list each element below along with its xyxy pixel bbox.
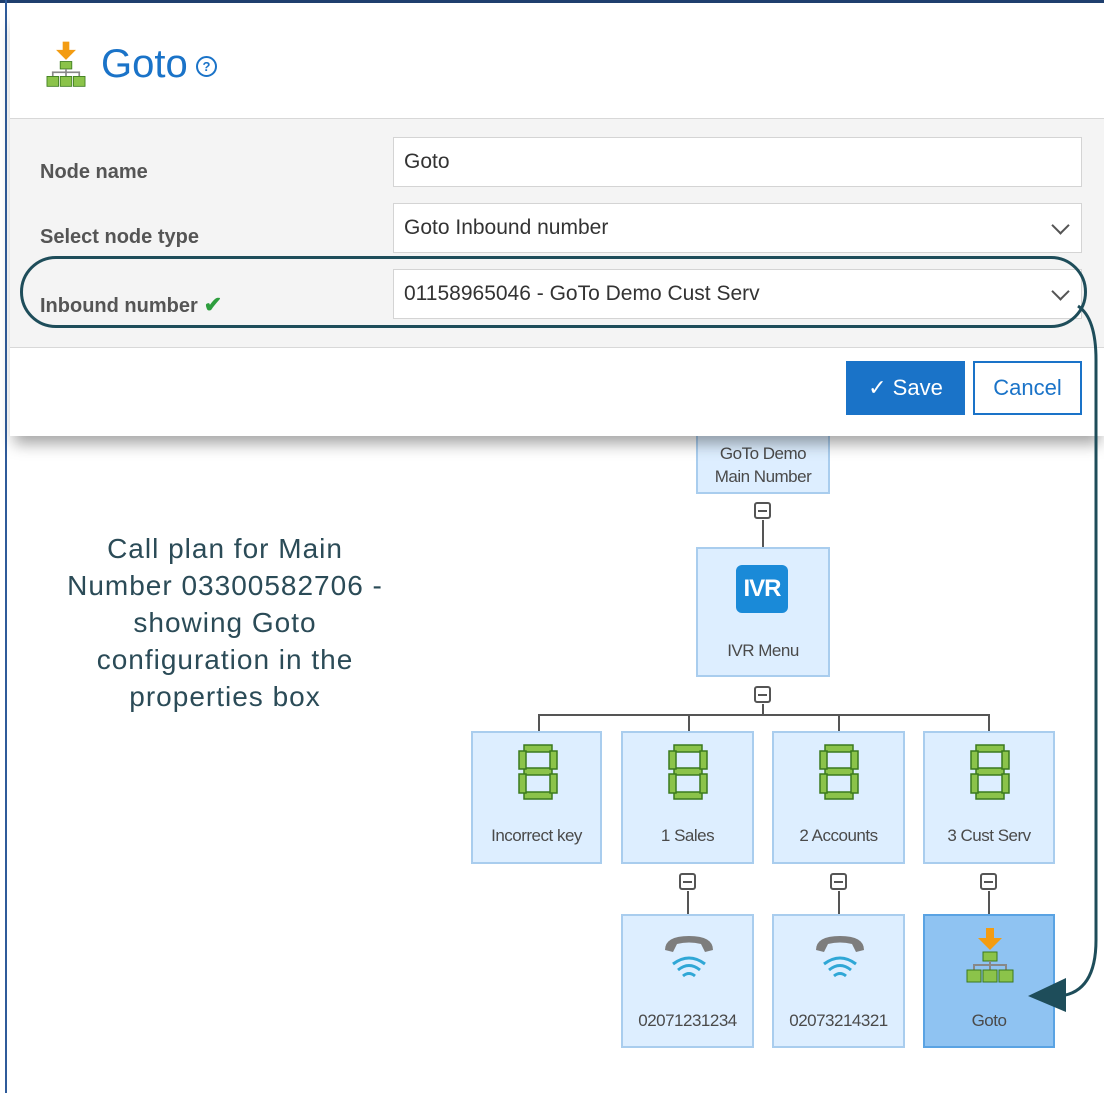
node-name-label: Node name [40, 161, 148, 183]
tree-connector [688, 714, 690, 732]
node-label: IVR Menu [727, 641, 799, 660]
seven-segment-digit-icon [819, 744, 859, 800]
node-label: 02073214321 [789, 1011, 888, 1030]
tree-node-key-accounts[interactable]: 2 Accounts [772, 731, 905, 864]
save-button[interactable]: ✓ Save [846, 361, 965, 415]
annotation-caption: Call plan for Main Number 03300582706 - … [30, 530, 420, 715]
tree-node-key-incorrect[interactable]: Incorrect key [471, 731, 602, 864]
tree-node-phone-sales[interactable]: 02071231234 [621, 914, 754, 1048]
cancel-button[interactable]: Cancel [973, 361, 1082, 415]
node-type-label: Select node type [40, 226, 199, 248]
tree-connector [988, 714, 990, 732]
node-label: Main Number [714, 467, 812, 486]
node-name-input[interactable]: Goto [393, 137, 1082, 187]
node-type-value: Goto Inbound number [404, 216, 609, 239]
node-label: 3 Cust Serv [947, 826, 1031, 845]
highlight-oval [20, 256, 1087, 328]
tree-connector [988, 891, 990, 915]
seven-segment-digit-icon [668, 744, 708, 800]
node-type-select[interactable]: Goto Inbound number [393, 203, 1082, 253]
tree-node-key-cust-serv[interactable]: 3 Cust Serv [923, 731, 1055, 864]
node-label: 02071231234 [638, 1011, 737, 1030]
telephone-icon [816, 936, 864, 978]
seven-segment-digit-icon [970, 744, 1010, 800]
tree-connector [838, 714, 840, 732]
caption-line: Number 03300582706 - [67, 570, 383, 601]
tree-connector [687, 891, 689, 915]
dialog-header: Goto ? [10, 8, 1104, 118]
help-circle-icon[interactable]: ? [196, 56, 217, 77]
tree-connector [538, 714, 990, 716]
caption-line: Call plan for Main [107, 533, 343, 564]
tree-node-key-sales[interactable]: 1 Sales [621, 731, 754, 864]
node-label: Incorrect key [491, 826, 582, 845]
collapse-toggle[interactable] [980, 873, 997, 890]
node-label: Goto [971, 1011, 1007, 1030]
collapse-toggle[interactable] [754, 502, 771, 519]
tree-connector [762, 520, 764, 548]
seven-segment-digit-icon [518, 744, 558, 800]
collapse-toggle[interactable] [679, 873, 696, 890]
chevron-down-icon [1051, 216, 1070, 235]
caption-line: configuration in the [96, 644, 354, 675]
caption-line: properties box [129, 681, 321, 712]
collapse-toggle[interactable] [754, 686, 771, 703]
tree-connector [538, 714, 540, 732]
node-label: 2 Accounts [799, 826, 878, 845]
tree-node-phone-accounts[interactable]: 02073214321 [772, 914, 905, 1048]
window-left-border [5, 0, 7, 1093]
dialog-title: Goto [101, 42, 188, 86]
caption-line: showing Goto [133, 607, 317, 638]
properties-dialog: Goto ? Node name Goto Select node type G… [10, 8, 1104, 436]
telephone-icon [665, 936, 713, 978]
tree-connector [838, 891, 840, 915]
tree-node-ivr-menu[interactable]: IVR IVR Menu [696, 547, 830, 677]
window-top-border [0, 0, 1104, 3]
goto-org-icon [46, 41, 86, 87]
node-label: GoTo Demo [719, 444, 807, 463]
node-label: 1 Sales [660, 826, 715, 845]
tree-node-goto[interactable]: Goto [923, 914, 1055, 1048]
ivr-icon: IVR [736, 565, 788, 613]
goto-org-icon [966, 928, 1014, 983]
collapse-toggle[interactable] [830, 873, 847, 890]
